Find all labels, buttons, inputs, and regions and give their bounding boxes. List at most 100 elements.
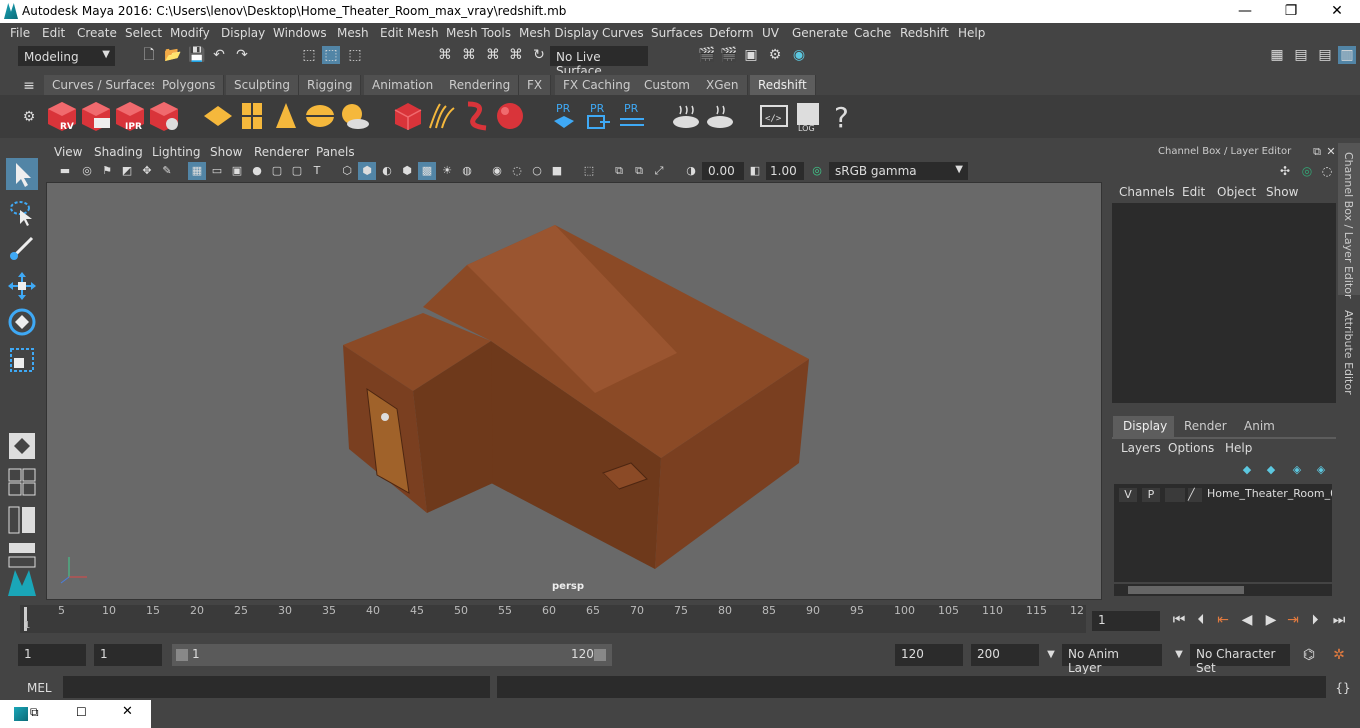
menu-modify[interactable]: Modify [170, 26, 210, 40]
layer-menu-options[interactable]: Options [1168, 441, 1214, 455]
proxy-import-icon[interactable]: PR [582, 100, 614, 132]
field-chart-icon[interactable]: ▢ [268, 162, 286, 180]
minimize-button[interactable]: — [1222, 0, 1268, 23]
snap-live-icon[interactable]: ↻ [530, 46, 548, 64]
smooth-shade-icon[interactable]: ⬢ [358, 162, 376, 180]
menu-mesh-display[interactable]: Mesh Display [519, 26, 599, 40]
layer-menu-help[interactable]: Help [1225, 441, 1252, 455]
menu-mesh[interactable]: Mesh [337, 26, 369, 40]
anim-preferences-icon[interactable]: ✲ [1330, 646, 1348, 664]
viewport-menu-show[interactable]: Show [210, 145, 242, 159]
step-back-frame-icon[interactable]: ⏴ [1192, 611, 1210, 629]
textured-icon[interactable]: ⬢ [398, 162, 416, 180]
redshift-render-view-icon[interactable]: RV [46, 100, 78, 132]
tab-rendering[interactable]: Rendering [441, 75, 520, 95]
anim-layer-field[interactable]: No Anim Layer [1062, 644, 1162, 675]
xray-components-icon[interactable]: ⧉ [630, 162, 648, 180]
character-set-field[interactable]: No Character Set [1190, 644, 1290, 675]
single-view-layout-icon[interactable] [6, 430, 38, 462]
tab-animation[interactable]: Animation [364, 75, 443, 95]
layer-menu-layers[interactable]: Layers [1121, 441, 1161, 455]
wireframe-icon[interactable]: ⬡ [338, 162, 356, 180]
play-forward-icon[interactable]: ▶ [1262, 611, 1280, 629]
redshift-ipr-icon[interactable]: IPR [114, 100, 146, 132]
cb-menu-channels[interactable]: Channels [1119, 185, 1175, 199]
mode-selector[interactable]: Modeling ▼ [18, 46, 115, 66]
menu-redshift[interactable]: Redshift [900, 26, 949, 40]
screen-space-ao-icon[interactable]: ◍ [458, 162, 476, 180]
viewport-menu-view[interactable]: View [54, 145, 82, 159]
proxy-swap-icon[interactable]: PR [616, 100, 648, 132]
workspace-icon[interactable]: ▦ [1268, 46, 1286, 64]
portal-light-icon[interactable] [236, 100, 268, 132]
auto-key-icon[interactable]: ⌬ [1300, 646, 1318, 664]
help-icon[interactable]: ? [826, 100, 858, 132]
snap-view-icon[interactable]: ⌘ [507, 46, 525, 64]
hyperbolic-icon[interactable]: ◌ [1318, 162, 1336, 180]
undo-icon[interactable]: ↶ [210, 46, 228, 64]
area-light-icon[interactable] [202, 100, 234, 132]
menu-create[interactable]: Create [77, 26, 117, 40]
menu-file[interactable]: File [10, 26, 30, 40]
wireframe-on-shaded-icon[interactable]: ◐ [378, 162, 396, 180]
tab-render[interactable]: Render [1174, 416, 1237, 437]
menu-surfaces[interactable]: Surfaces [651, 26, 703, 40]
maximize-button[interactable]: ❐ [1268, 0, 1314, 23]
sun-sky-icon[interactable] [338, 100, 370, 132]
layer-name[interactable]: Home_Theater_Room_001 [1207, 487, 1332, 500]
menu-generate[interactable]: Generate [792, 26, 848, 40]
modeling-toolkit-icon[interactable]: ▤ [1292, 46, 1310, 64]
depth-of-field-icon[interactable]: ○ [528, 162, 546, 180]
step-back-key-icon[interactable]: ⇤ [1214, 611, 1232, 629]
volume-grid-icon[interactable] [392, 100, 424, 132]
chevron-down-icon[interactable]: ▼ [1042, 646, 1060, 664]
menu-display[interactable]: Display [221, 26, 265, 40]
menu-select[interactable]: Select [125, 26, 162, 40]
tab-fx[interactable]: FX [519, 75, 552, 95]
baking-icon[interactable] [670, 100, 702, 132]
menu-curves[interactable]: Curves [602, 26, 644, 40]
motion-blur-icon[interactable]: ◉ [488, 162, 506, 180]
viewport-menu-shading[interactable]: Shading [94, 145, 143, 159]
tab-display[interactable]: Display [1113, 416, 1178, 437]
range-slider-end-handle[interactable] [594, 649, 606, 661]
menu-cache[interactable]: Cache [854, 26, 891, 40]
chevron-down-icon[interactable]: ▼ [1170, 646, 1188, 664]
tab-custom[interactable]: Custom [636, 75, 699, 95]
maximize-icon[interactable]: ☐ [76, 705, 87, 719]
command-input[interactable] [63, 676, 490, 698]
script-editor-toggle-icon[interactable]: {} [1334, 679, 1352, 697]
four-view-layout-icon[interactable] [6, 466, 38, 498]
restore-icon[interactable]: ⧉ [30, 705, 39, 720]
use-all-lights-icon[interactable]: ▩ [418, 162, 436, 180]
cb-menu-edit[interactable]: Edit [1182, 185, 1205, 199]
shelf-settings-icon[interactable]: ⚙ [20, 108, 38, 126]
tab-xgen[interactable]: XGen [698, 75, 748, 95]
menu-edit[interactable]: Edit [42, 26, 65, 40]
exposure-icon[interactable]: ◑ [682, 162, 700, 180]
layer-playback-toggle[interactable]: P [1142, 488, 1160, 502]
tab-fx-caching[interactable]: FX Caching [555, 75, 640, 95]
minimized-window[interactable]: ⧉ ☐ ✕ [0, 700, 151, 728]
bookmark-icon[interactable]: ⚑ [98, 162, 116, 180]
new-empty-layer-icon[interactable]: ◈ [1288, 461, 1306, 479]
camera-attributes-icon[interactable]: ◎ [78, 162, 96, 180]
layer-color-swatch[interactable]: ╱ [1188, 488, 1202, 502]
camera-select-icon[interactable]: ▬ [56, 162, 74, 180]
cb-menu-object[interactable]: Object [1217, 185, 1256, 199]
multisample-icon[interactable]: ◌ [508, 162, 526, 180]
paint-select-tool-icon[interactable] [6, 232, 38, 264]
attribute-editor-toggle-icon[interactable]: ▤ [1316, 46, 1334, 64]
tab-polygons[interactable]: Polygons [154, 75, 225, 95]
two-d-pan-icon[interactable]: ✥ [138, 162, 156, 180]
redshift-settings-icon[interactable] [148, 100, 180, 132]
step-forward-frame-icon[interactable]: ⏵ [1306, 611, 1324, 629]
resolution-gate-icon[interactable]: ▣ [228, 162, 246, 180]
current-frame-field[interactable]: 1 [1092, 611, 1160, 631]
select-object-icon[interactable]: ⬚ [322, 46, 340, 64]
shelf-menu-icon[interactable]: ≡ [20, 77, 38, 95]
tab-sculpting[interactable]: Sculpting [226, 75, 300, 95]
xray-icon[interactable]: ⬚ [580, 162, 598, 180]
isolate-select-icon[interactable]: ■ [548, 162, 566, 180]
range-slider[interactable]: 1 120 [172, 644, 612, 666]
